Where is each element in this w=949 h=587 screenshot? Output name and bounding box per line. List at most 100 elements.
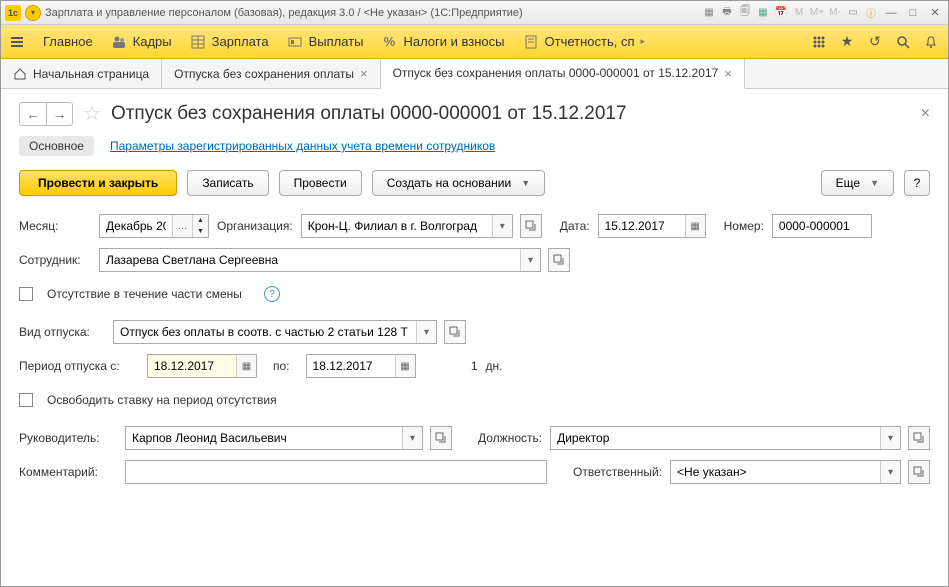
employee-open-button[interactable]	[548, 248, 570, 272]
favorite-star[interactable]: ☆	[83, 101, 101, 126]
nav-otchetnost[interactable]: Отчетность, сп ▸	[523, 34, 646, 50]
dropdown-icon[interactable]: ▾	[402, 427, 422, 449]
window-icon[interactable]: ▭	[846, 6, 860, 20]
month-input[interactable]	[100, 215, 172, 237]
tab-leaves-list[interactable]: Отпуска без сохранения оплаты ×	[162, 59, 380, 88]
dropdown-icon[interactable]: ▾	[492, 215, 512, 237]
more-button[interactable]: Еще▼	[821, 170, 894, 196]
employee-label: Сотрудник:	[19, 253, 91, 267]
employee-field[interactable]: ▾	[99, 248, 541, 272]
periodto-field[interactable]: ▦	[306, 354, 416, 378]
position-field[interactable]: ▾	[550, 426, 901, 450]
write-button[interactable]: Записать	[187, 170, 268, 196]
periodfrom-input[interactable]	[148, 355, 236, 377]
mminus-icon[interactable]: M-	[828, 6, 842, 20]
periodto-input[interactable]	[307, 355, 395, 377]
periodfrom-field[interactable]: ▦	[147, 354, 257, 378]
create-based-button[interactable]: Создать на основании▼	[372, 170, 545, 196]
maximize-button[interactable]: □	[904, 5, 922, 21]
partshift-help[interactable]: ?	[264, 286, 280, 302]
date-field[interactable]: ▦	[598, 214, 706, 238]
calendar-icon[interactable]: ▦	[395, 355, 415, 377]
print-preview-icon[interactable]: ▦	[702, 6, 716, 20]
minimize-button[interactable]: —	[882, 5, 900, 21]
calendar-icon[interactable]: ▦	[685, 215, 705, 237]
responsible-label: Ответственный:	[573, 465, 662, 479]
help-label: ?	[914, 176, 921, 190]
spin-up[interactable]: ▲	[192, 215, 208, 226]
history-icon[interactable]: ↺	[866, 33, 884, 51]
main-toolbar: Главное Кадры Зарплата Выплаты % Налоги …	[1, 25, 948, 59]
number-input[interactable]	[773, 215, 871, 237]
menu-icon[interactable]	[9, 34, 25, 50]
tab-leave-doc[interactable]: Отпуск без сохранения оплаты 0000-000001…	[381, 59, 745, 89]
leavetype-field[interactable]: ▾	[113, 320, 437, 344]
subnav-params-link[interactable]: Параметры зарегистрированных данных учет…	[110, 139, 495, 153]
position-open-button[interactable]	[908, 426, 930, 450]
position-input[interactable]	[551, 427, 880, 449]
employee-input[interactable]	[100, 249, 520, 271]
close-button[interactable]: ✕	[926, 5, 944, 21]
release-checkbox[interactable]	[19, 393, 33, 407]
tabs-bar: Начальная страница Отпуска без сохранени…	[1, 59, 948, 89]
date-input[interactable]	[599, 215, 685, 237]
tab-close-2[interactable]: ×	[724, 66, 732, 81]
nav-main[interactable]: Главное	[43, 34, 93, 49]
manager-field[interactable]: ▾	[125, 426, 423, 450]
calc-icon[interactable]: ▦	[756, 6, 770, 20]
leavetype-open-button[interactable]	[444, 320, 466, 344]
nav-zarplata[interactable]: Зарплата	[190, 34, 269, 50]
create-based-label: Создать на основании	[387, 176, 512, 190]
periodto-label: по:	[273, 359, 290, 373]
nav-nalogi[interactable]: % Налоги и взносы	[381, 34, 504, 50]
comment-label: Комментарий:	[19, 465, 117, 479]
info-icon[interactable]: ⓘ	[864, 6, 878, 20]
responsible-field[interactable]: ▾	[670, 460, 901, 484]
manager-input[interactable]	[126, 427, 402, 449]
comment-field[interactable]	[125, 460, 547, 484]
subnav-main[interactable]: Основное	[19, 136, 94, 156]
star-icon[interactable]: ★	[838, 33, 856, 51]
more-label: Еще	[836, 176, 860, 190]
comment-input[interactable]	[126, 461, 546, 483]
dropdown-icon[interactable]: ▾	[520, 249, 540, 271]
calendar-icon[interactable]: ▦	[236, 355, 256, 377]
tab-home[interactable]: Начальная страница	[1, 59, 162, 88]
tab-close-1[interactable]: ×	[360, 66, 368, 81]
apps-icon[interactable]	[810, 33, 828, 51]
print-icon[interactable]: 🖶	[720, 6, 734, 20]
number-field[interactable]	[772, 214, 872, 238]
m-icon[interactable]: M	[792, 6, 806, 20]
calendar-icon[interactable]: 📅	[774, 6, 788, 20]
nav-back[interactable]: ←	[20, 103, 46, 125]
bell-icon[interactable]	[922, 33, 940, 51]
org-field[interactable]: ▾	[301, 214, 513, 238]
manager-open-button[interactable]	[430, 426, 452, 450]
dropdown-icon[interactable]: ▾	[880, 427, 900, 449]
mplus-icon[interactable]: M+	[810, 6, 824, 20]
post-close-button[interactable]: Провести и закрыть	[19, 170, 177, 196]
org-input[interactable]	[302, 215, 492, 237]
doc-icon[interactable]: 🗐	[738, 6, 752, 20]
nav-vyplaty-label: Выплаты	[309, 34, 364, 49]
ellipsis-icon[interactable]: …	[172, 215, 192, 237]
leavetype-input[interactable]	[114, 321, 416, 343]
nav-forward[interactable]: →	[46, 103, 72, 125]
dropdown-icon[interactable]: ▾	[25, 5, 41, 21]
search-icon[interactable]	[894, 33, 912, 51]
write-label: Записать	[202, 176, 253, 190]
post-button[interactable]: Провести	[279, 170, 362, 196]
responsible-input[interactable]	[671, 461, 880, 483]
dropdown-icon[interactable]: ▾	[416, 321, 436, 343]
nav-kadry[interactable]: Кадры	[111, 34, 172, 50]
help-button[interactable]: ?	[904, 170, 930, 196]
manager-label: Руководитель:	[19, 431, 117, 445]
partshift-checkbox[interactable]	[19, 287, 33, 301]
month-field[interactable]: … ▲▼	[99, 214, 209, 238]
nav-vyplaty[interactable]: Выплаты	[287, 34, 364, 50]
responsible-open-button[interactable]	[908, 460, 930, 484]
spin-down[interactable]: ▼	[192, 226, 208, 237]
page-close[interactable]: ×	[921, 105, 930, 123]
dropdown-icon[interactable]: ▾	[880, 461, 900, 483]
org-open-button[interactable]	[520, 214, 542, 238]
